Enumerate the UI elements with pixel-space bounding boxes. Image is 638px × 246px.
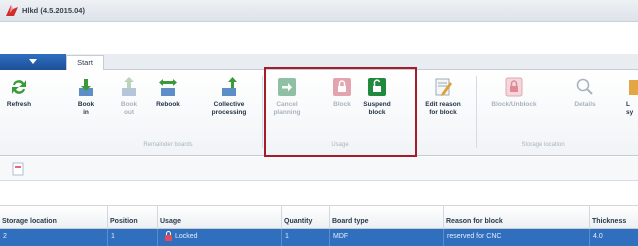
block-unblock-icon — [505, 77, 523, 97]
cell-usage: Locked — [158, 229, 282, 246]
column-header-storage-location[interactable]: Storage location — [0, 206, 108, 230]
grid-spacer — [0, 181, 638, 205]
column-header-reason-for-block[interactable]: Reason for block — [444, 206, 590, 230]
edit-reason-label: Edit reason for block — [425, 101, 461, 116]
group-label-remainder-boards: Remainder boards — [143, 142, 193, 148]
refresh-label: Refresh — [6, 101, 32, 108]
block-unblock-button[interactable]: Block/Unblock — [490, 76, 538, 109]
cell-reason-for-block: reserved for CNC — [444, 229, 590, 246]
tab-start[interactable]: Start — [66, 55, 104, 71]
truncated-label: Lsy — [626, 101, 634, 116]
column-header-position[interactable]: Position — [108, 206, 158, 230]
usage-value: Locked — [175, 233, 198, 240]
book-out-icon — [122, 77, 136, 96]
column-header-quantity[interactable]: Quantity — [282, 206, 330, 230]
truncated-button[interactable]: Lsy — [626, 76, 638, 116]
magnifier-icon — [576, 78, 593, 95]
block-unblock-label: Block/Unblock — [491, 101, 537, 108]
column-header-board-type[interactable]: Board type — [330, 206, 444, 230]
group-divider — [262, 76, 263, 148]
details-label: Details — [574, 101, 596, 108]
title-bar: Hlkd (4.5.2015.04) — [0, 0, 638, 22]
collective-processing-button[interactable]: Collective processing — [200, 76, 258, 116]
document-icon[interactable] — [12, 162, 24, 176]
cell-quantity: 1 — [282, 229, 330, 246]
book-in-button[interactable]: Book in — [75, 76, 97, 116]
app-logo-icon — [6, 5, 18, 16]
lock-icon — [165, 231, 172, 242]
table-row[interactable]: 2 1 Locked 1 MDF reserved for CNC 4.0 — [0, 229, 638, 246]
refresh-icon — [12, 80, 26, 94]
usage-group-highlight — [264, 67, 417, 157]
column-header-usage[interactable]: Usage — [158, 206, 282, 230]
title-spacer — [0, 22, 638, 54]
book-out-label: Book out — [120, 101, 138, 116]
cell-board-type: MDF — [330, 229, 444, 246]
application-menu-button[interactable] — [0, 54, 66, 70]
rebook-button[interactable]: Rebook — [152, 76, 184, 109]
cell-storage-location: 2 — [0, 229, 108, 246]
edit-reason-icon — [435, 78, 452, 96]
book-in-icon — [79, 79, 93, 96]
grid-header: Storage location Position Usage Quantity… — [0, 205, 638, 230]
chevron-down-icon — [29, 59, 37, 64]
collective-processing-label: Collective processing — [211, 101, 247, 116]
window-title: Hlkd (4.5.2015.04) — [22, 6, 85, 15]
book-out-button[interactable]: Book out — [118, 76, 140, 116]
rebook-label: Rebook — [156, 101, 180, 108]
column-header-thickness[interactable]: Thickness — [590, 206, 638, 230]
edit-reason-for-block-button[interactable]: Edit reason for block — [420, 76, 466, 116]
book-in-label: Book in — [77, 101, 95, 116]
cell-thickness: 4.0 — [593, 233, 603, 240]
cell-position: 1 — [108, 229, 158, 246]
rebook-icon — [159, 79, 177, 96]
group-divider — [476, 76, 477, 148]
refresh-button[interactable]: Refresh — [4, 76, 34, 109]
quick-access-bar — [0, 157, 638, 181]
group-label-storage-location: Storage location — [521, 142, 565, 148]
collective-processing-icon — [222, 77, 237, 96]
details-button[interactable]: Details — [572, 76, 598, 109]
truncated-icon — [629, 80, 638, 95]
